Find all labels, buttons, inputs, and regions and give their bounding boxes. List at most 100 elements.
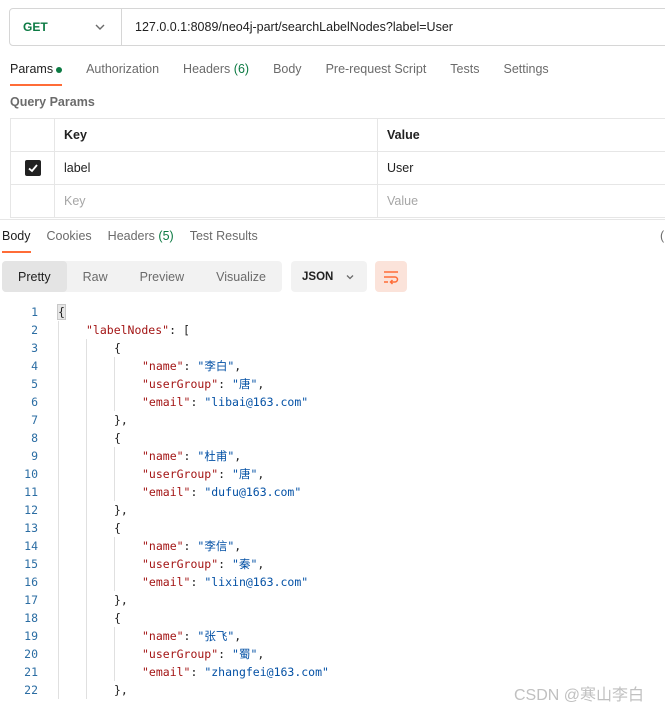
- code-text: {: [114, 339, 121, 357]
- code-text: "name": "李信",: [142, 537, 241, 555]
- line-number: 7: [31, 413, 38, 427]
- code-text: {: [114, 609, 121, 627]
- tab-headers[interactable]: Headers (6): [183, 62, 249, 86]
- method-select[interactable]: GET: [10, 9, 122, 45]
- watermark: CSDN @寒山李白: [514, 687, 645, 704]
- line-number: 17: [24, 593, 38, 607]
- code-line: 19 "name": "张飞",: [0, 627, 665, 645]
- tab-cookies[interactable]: Cookies: [47, 229, 92, 253]
- code-text: "email": "libai@163.com": [142, 393, 308, 411]
- code-text: "userGroup": "唐",: [142, 465, 264, 483]
- wrap-lines-icon: [384, 270, 399, 285]
- tab-response-body[interactable]: Body: [2, 229, 31, 253]
- json-string: "zhangfei@163.com": [204, 665, 329, 679]
- format-select[interactable]: JSON: [291, 261, 367, 292]
- tab-params[interactable]: Params: [10, 62, 63, 86]
- table-row: label User: [10, 152, 665, 185]
- json-key: "name": [142, 629, 184, 643]
- param-value-field[interactable]: User: [378, 152, 665, 184]
- json-punctuation: {: [114, 341, 121, 355]
- response-tabs: Body Cookies Headers (5) Test Results: [2, 229, 274, 253]
- response-body-code: 1{2 "labelNodes": [3{4 "name": "李白", 5 "user…: [0, 303, 665, 699]
- line-number: 5: [31, 377, 38, 391]
- json-key: "userGroup": [142, 647, 219, 661]
- tab-test-results[interactable]: Test Results: [190, 229, 258, 253]
- json-key: "name": [142, 539, 184, 553]
- tab-pre-request-script[interactable]: Pre-request Script: [326, 62, 427, 86]
- tab-label: Test Results: [189, 229, 258, 243]
- json-punctuation: {: [57, 304, 66, 320]
- view-preview[interactable]: Preview: [124, 261, 200, 292]
- view-raw[interactable]: Raw: [67, 261, 124, 292]
- code-line: 11 "email": "dufu@163.com": [0, 483, 665, 501]
- json-punctuation: :: [190, 575, 205, 589]
- code-text: },: [114, 681, 128, 699]
- line-number: 13: [24, 521, 38, 535]
- view-visualize[interactable]: Visualize: [200, 261, 282, 292]
- code-text: "userGroup": "蜀",: [142, 645, 264, 663]
- format-label: JSON: [302, 270, 334, 283]
- json-punctuation: :: [183, 449, 198, 463]
- line-number: 4: [31, 359, 38, 373]
- code-text: "userGroup": "秦",: [142, 555, 264, 573]
- line-number: 9: [31, 449, 38, 463]
- wrap-lines-button[interactable]: [375, 261, 407, 292]
- query-params-title: Query Params: [10, 95, 95, 109]
- json-key: "email": [142, 395, 191, 409]
- code-line: 18 {: [0, 609, 665, 627]
- line-number: 12: [24, 503, 38, 517]
- json-punctuation: :: [218, 647, 233, 661]
- json-punctuation: ,: [234, 449, 242, 463]
- new-param-value-field[interactable]: Value: [378, 185, 665, 217]
- json-punctuation: ,: [257, 647, 265, 661]
- json-punctuation: {: [114, 521, 121, 535]
- tab-body[interactable]: Body: [273, 62, 302, 86]
- line-number: 14: [24, 539, 38, 553]
- tab-settings[interactable]: Settings: [503, 62, 548, 86]
- chevron-down-icon: [346, 274, 354, 279]
- check-icon: [27, 164, 38, 173]
- param-enabled-checkbox[interactable]: [24, 160, 41, 176]
- chevron-down-icon: [95, 24, 105, 30]
- tab-label: Tests: [450, 62, 480, 76]
- code-line: 8{: [0, 429, 665, 447]
- json-punctuation: ,: [257, 377, 265, 391]
- tab-label: Pre-request Script: [325, 62, 427, 76]
- tab-tests[interactable]: Tests: [450, 62, 479, 86]
- headers-count: (6): [233, 62, 250, 76]
- url-input[interactable]: 127.0.0.1:8089/neo4j-part/searchLabelNod…: [122, 20, 453, 34]
- code-line: 20 "userGroup": "蜀",: [0, 645, 665, 663]
- response-divider[interactable]: [0, 219, 665, 220]
- json-string: "李信": [197, 539, 235, 553]
- line-number: 8: [31, 431, 38, 445]
- json-punctuation: :: [183, 539, 198, 553]
- json-punctuation: ,: [234, 359, 242, 373]
- code-text: "userGroup": "唐",: [142, 375, 264, 393]
- code-line: 14 "name": "李信",: [0, 537, 665, 555]
- method-label: GET: [23, 20, 48, 34]
- json-string: "张飞": [197, 629, 235, 643]
- line-number: 11: [24, 485, 38, 499]
- code-text: {: [57, 303, 66, 321]
- json-key: "labelNodes": [86, 323, 170, 337]
- code-text: },: [114, 591, 128, 609]
- json-string: "李白": [197, 359, 235, 373]
- json-punctuation: },: [114, 503, 128, 517]
- json-string: "蜀": [232, 647, 258, 661]
- code-line: 10 "userGroup": "唐",: [0, 465, 665, 483]
- tab-label: Settings: [503, 62, 549, 76]
- tab-authorization[interactable]: Authorization: [86, 62, 159, 86]
- line-number: 21: [24, 665, 38, 679]
- view-pretty[interactable]: Pretty: [2, 261, 67, 292]
- tab-response-headers[interactable]: Headers (5): [108, 229, 174, 253]
- json-punctuation: :: [190, 485, 205, 499]
- new-param-key-field[interactable]: Key: [55, 185, 378, 217]
- json-key: "userGroup": [142, 467, 219, 481]
- param-key-field[interactable]: label: [55, 152, 378, 184]
- code-line: 21 "email": "zhangfei@163.com": [0, 663, 665, 681]
- request-tabs: Params Authorization Headers (6) Body Pr…: [10, 62, 573, 86]
- json-key: "email": [142, 485, 191, 499]
- table-row-empty: Key Value: [10, 185, 665, 218]
- json-key: "userGroup": [142, 377, 219, 391]
- code-line: 9 "name": "杜甫",: [0, 447, 665, 465]
